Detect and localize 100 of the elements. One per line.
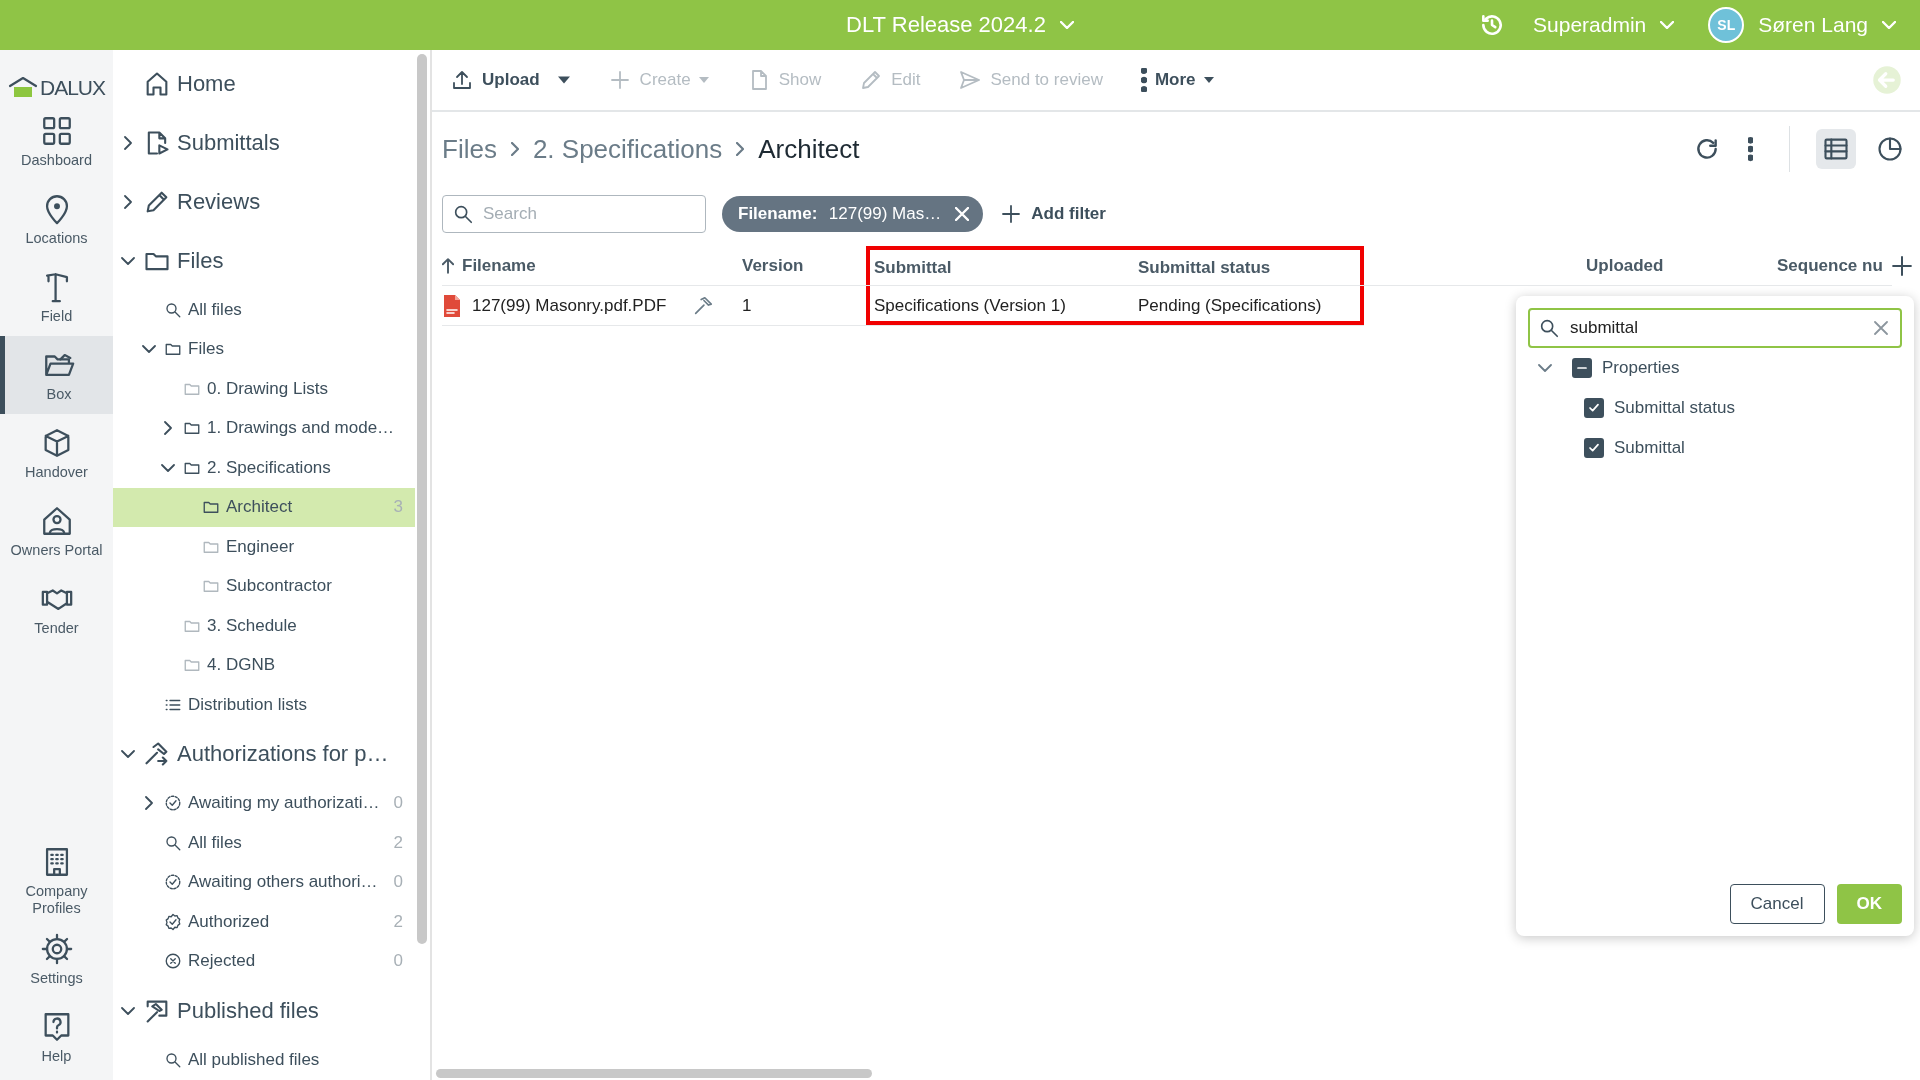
rail-item[interactable]: Help [0,998,113,1076]
tree-item[interactable]: Submittals [113,113,415,172]
tree-label: All published files [188,1049,321,1070]
column-header[interactable]: Version [742,246,866,286]
rail-item[interactable]: Field [0,258,113,336]
tree-label: 0. Drawing Lists [207,378,329,399]
rail-item[interactable]: Owners Portal [0,492,113,570]
filter-chip[interactable]: Filename: 127(99) Mas… [722,196,984,232]
chevron-down-icon[interactable] [142,345,156,354]
rail-item[interactable]: Locations [0,180,113,258]
tree-item[interactable]: Awaiting others authori… 0 [113,862,415,902]
tree-label: 1. Drawings and mode… [207,418,396,439]
tree-item[interactable]: Distribution lists [113,685,415,725]
scrollbar-thumb[interactable] [436,1069,872,1078]
rail-item[interactable]: Box [0,336,113,414]
tree-item[interactable]: Rejected 0 [113,941,415,981]
list-view-button[interactable] [1816,129,1856,169]
hammer-icon[interactable] [692,294,715,317]
tree-item[interactable]: 2. Specifications [113,448,415,488]
cancel-button[interactable]: Cancel [1729,884,1825,924]
tree-item[interactable]: Architect 3 [113,487,415,527]
chevron-down-icon[interactable] [161,463,175,472]
tree-item[interactable]: Files [113,329,415,369]
tree-item[interactable]: Engineer [113,527,415,567]
chevron-down-icon [1660,21,1675,29]
tree-item[interactable]: All files 2 [113,823,415,863]
upload-icon [450,68,474,92]
tree-label: Files [177,247,225,274]
rail-item[interactable]: Tender [0,570,113,648]
checkbox-label: Submittal [1614,438,1685,458]
column-search-field[interactable]: submittal [1528,308,1902,348]
checkbox[interactable] [1584,438,1604,458]
chevron-right-icon [510,142,519,156]
chevron-right-icon[interactable] [145,796,153,811]
add-filter-button[interactable]: Add filter [999,202,1106,226]
tree-label: Awaiting my authorizati… [188,793,381,814]
chevron-right-icon[interactable] [164,421,172,436]
checkbox[interactable] [1572,358,1592,378]
chevron-down-icon[interactable] [121,256,135,265]
tree-label: Engineer [226,536,296,557]
rail-item[interactable]: Dashboard [0,102,113,180]
toolbar-button[interactable]: More [1140,68,1214,92]
rail-item[interactable]: Company Profiles [0,842,113,920]
tree-label: Awaiting others authori… [188,872,379,893]
chevron-right-icon[interactable] [124,135,132,150]
tree-item[interactable]: All files [113,290,415,330]
tree-item[interactable]: Home [113,54,415,113]
breadcrumb-link[interactable]: 2. Specifications [532,133,723,165]
tree-item[interactable]: Published files [113,981,415,1040]
dashed-check-icon [164,873,182,892]
breadcrumb-link[interactable]: Architect [758,133,860,165]
refresh-icon[interactable] [1694,136,1720,162]
dashed-check-icon [164,794,182,813]
tree-label: All files [188,299,243,320]
tree-item[interactable]: 1. Drawings and mode… [113,408,415,448]
item-count: 3 [393,497,403,518]
user-avatar: SL [1708,7,1745,43]
column-header[interactable]: Sequence nu [1777,246,1892,286]
menu-button[interactable] [557,76,570,84]
tree-label: Reviews [177,188,262,215]
tree-item[interactable]: Authorized 2 [113,902,415,942]
tree-label: Authorizations for p… [177,741,390,767]
tree-label: Authorized [188,911,271,932]
table-cell: Specifications (Version 1) [866,286,1130,326]
tree-label: Rejected [188,951,257,972]
tree-label: Distribution lists [188,694,309,715]
clear-icon[interactable] [1874,321,1888,335]
breadcrumb-link[interactable]: Files [442,133,497,165]
column-header[interactable]: Filename [442,246,742,286]
search-icon [164,300,182,319]
scrollbar-thumb[interactable] [417,54,427,944]
tree-item[interactable]: Subcontractor [113,566,415,606]
toolbar-button[interactable]: Upload [450,68,540,92]
caret-icon [557,76,570,84]
rail-item[interactable]: Settings [0,920,113,998]
search-field[interactable]: Search [442,195,706,233]
add-column-icon[interactable] [1892,256,1912,276]
more-icon[interactable] [1748,136,1753,162]
chevron-down-icon[interactable] [1538,364,1552,372]
tree-item[interactable]: 3. Schedule [113,606,415,646]
tree-item[interactable]: Files [113,231,415,290]
tree-item[interactable]: Awaiting my authorizati… 0 [113,783,415,823]
chevron-right-icon[interactable] [124,194,132,209]
rail-item[interactable]: Handover [0,414,113,492]
tree-item[interactable]: 0. Drawing Lists [113,369,415,409]
tree-item[interactable]: Authorizations for p… [113,724,415,784]
column-header[interactable]: Submittal status [1130,246,1364,286]
tree-label: All files [188,832,243,853]
dash-icon [1577,367,1587,369]
column-header[interactable]: Submittal [866,246,1130,286]
chevron-down-icon[interactable] [121,1006,135,1015]
tree-item[interactable]: 4. DGNB [113,645,415,685]
tree-item[interactable]: All published files [113,1040,415,1080]
tree-label: Architect [226,497,294,518]
close-icon[interactable] [955,207,970,221]
column-header[interactable]: Uploaded [1364,246,1777,286]
chevron-down-icon[interactable] [121,750,135,758]
checkbox[interactable] [1584,398,1604,418]
tree-label: Subcontractor [226,576,333,597]
tree-item[interactable]: Reviews [113,172,415,231]
